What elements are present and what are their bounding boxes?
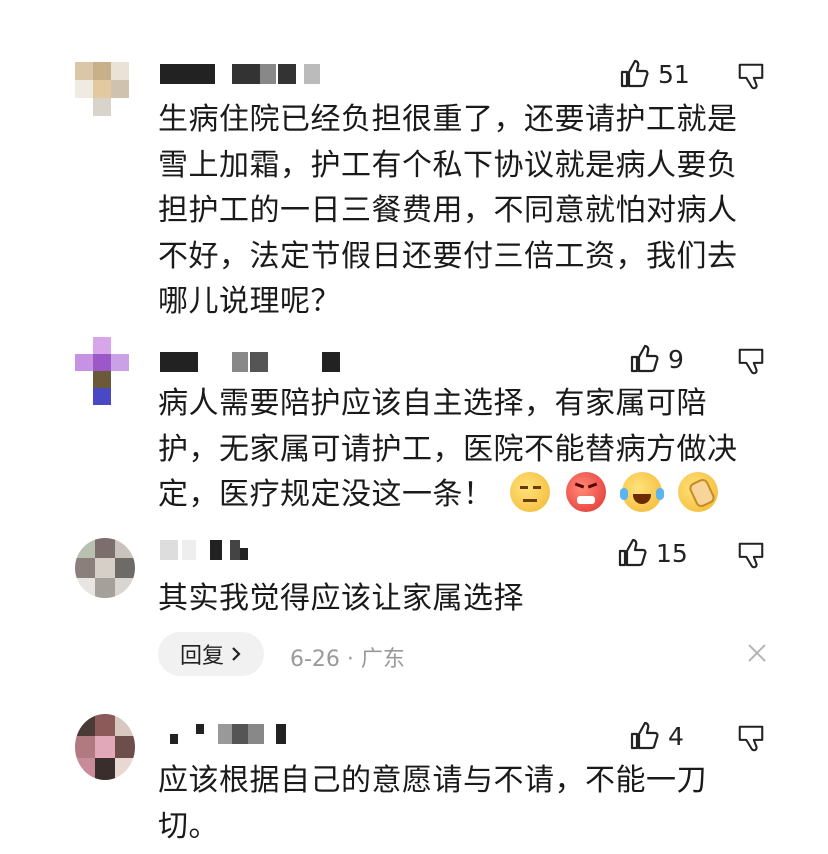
avatar[interactable] xyxy=(75,62,129,116)
thumb-down-icon[interactable] xyxy=(736,60,766,92)
reply-label: 回复 xyxy=(179,644,224,669)
thumb-down-icon[interactable] xyxy=(736,539,766,571)
like-count: 4 xyxy=(668,721,684,751)
comment-text: 生病住院已经负担很重了，还要请护工就是雪上加霜，护工有个私下协议就是病人要负担护… xyxy=(158,102,738,319)
thumb-down-icon[interactable] xyxy=(736,722,766,754)
username-redacted[interactable] xyxy=(160,540,270,560)
close-icon[interactable] xyxy=(746,642,768,664)
thumb-up-icon xyxy=(618,538,647,567)
username-redacted[interactable] xyxy=(160,724,290,744)
avatar[interactable] xyxy=(75,337,129,405)
reply-button[interactable]: 回复 xyxy=(158,632,264,676)
comment-text: 其实我觉得应该让家属选择 xyxy=(158,581,524,616)
thinking-emoji-icon xyxy=(509,472,550,512)
like-button[interactable]: 51 xyxy=(618,58,690,90)
like-button[interactable]: 9 xyxy=(628,343,684,375)
avatar[interactable] xyxy=(75,538,135,598)
username-redacted[interactable] xyxy=(160,64,330,84)
angry-emoji-icon xyxy=(565,472,606,512)
comment-date-location: 6-26 · 广东 xyxy=(290,647,405,672)
like-count: 51 xyxy=(658,59,690,89)
comment-text: 应该根据自己的意愿请与不请，不能一刀切。 xyxy=(158,763,707,844)
chevron-right-icon xyxy=(232,647,241,661)
thumb-up-icon xyxy=(630,721,659,750)
laughing-crying-emoji-icon xyxy=(619,472,664,512)
like-button[interactable]: 4 xyxy=(628,720,684,752)
username-redacted[interactable] xyxy=(160,352,340,372)
like-button[interactable]: 15 xyxy=(616,537,688,569)
thumb-down-icon[interactable] xyxy=(736,345,766,377)
comment-text: 病人需要陪护应该自主选择，有家属可陪护，无家属可请护工，医院不能替病方做决定，医… xyxy=(158,381,758,518)
avatar[interactable] xyxy=(75,714,135,780)
facepalm-emoji-icon xyxy=(677,472,718,512)
thumb-up-icon xyxy=(630,344,659,373)
like-count: 15 xyxy=(656,538,688,568)
like-count: 9 xyxy=(668,344,684,374)
thumb-up-icon xyxy=(620,59,649,88)
